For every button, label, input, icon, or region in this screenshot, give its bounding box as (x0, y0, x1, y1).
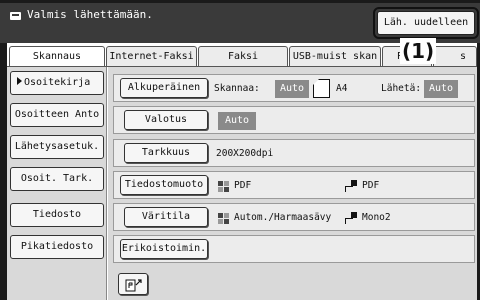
send-label: Lähetä: (381, 83, 422, 94)
sidebar-item-address-review[interactable]: Osoit. Tark. (10, 167, 104, 191)
resolution-button[interactable]: Tarkkuus (124, 143, 208, 163)
sidebar-item-address-book[interactable]: Osoitekirja (10, 71, 104, 95)
tab-internet-fax[interactable]: Internet-Faksi (106, 46, 197, 66)
resolution-row: Tarkkuus 200X200dpi (113, 139, 475, 167)
sidebar-item-file[interactable]: Tiedosto (10, 203, 104, 227)
exposure-row: Valotus Auto (113, 106, 475, 134)
scan-value: Auto (275, 80, 309, 98)
bw-mode-icon (345, 212, 357, 224)
original-row: Alkuperäinen Skannaa: Auto A4 Lähetä: Au… (113, 74, 475, 102)
tab-fax[interactable]: Faksi (198, 46, 288, 66)
color-mode-value: Autom./Harmaasävy (234, 212, 332, 223)
frame-left-border (0, 0, 7, 300)
exposure-button[interactable]: Valotus (124, 110, 208, 130)
file-format-row: Tiedostomuoto PDF PDF (113, 171, 475, 199)
settings-panel: Alkuperäinen Skannaa: Auto A4 Lähetä: Au… (108, 67, 477, 300)
sidebar-item-address-entry[interactable]: Osoitteen Anto (10, 103, 104, 127)
color-mode-row: Väritila Autom./Harmaasävy Mono2 (113, 203, 475, 231)
special-modes-row: Erikoistoimin. (113, 235, 475, 263)
preview-button[interactable] (118, 273, 148, 295)
status-message: Valmis lähettämään. (27, 8, 153, 21)
mail-icon (10, 12, 21, 20)
selected-arrow-icon (17, 77, 22, 85)
tab-scan[interactable]: Skannaus (9, 46, 105, 67)
original-button[interactable]: Alkuperäinen (120, 78, 208, 98)
resend-button[interactable]: Läh. uudelleen (377, 11, 475, 35)
paper-size-value: A4 (336, 83, 348, 94)
resolution-value: 200X200dpi (216, 148, 274, 159)
preview-icon (125, 279, 142, 292)
sidebar-item-quick-file[interactable]: Pikatiedosto (10, 235, 104, 259)
left-sidebar: Osoitekirja Osoitteen Anto Lähetysasetuk… (7, 67, 107, 300)
send-value: Auto (424, 80, 458, 98)
color-file-format-value: PDF (234, 180, 252, 191)
callout-label: (1) (400, 38, 437, 64)
sidebar-item-send-settings[interactable]: Lähetysasetuk. (10, 135, 104, 159)
bw-mode-icon (345, 180, 357, 192)
sidebar-item-label: Osoitekirja (24, 77, 91, 88)
exposure-value: Auto (218, 112, 256, 130)
color-mode-icon (218, 181, 229, 192)
file-format-button[interactable]: Tiedostomuoto (120, 175, 208, 195)
scan-label: Skannaa: (214, 83, 260, 94)
bw-color-mode-value: Mono2 (362, 212, 391, 223)
color-mode-icon (218, 213, 229, 224)
special-modes-button[interactable]: Erikoistoimin. (120, 239, 208, 259)
scan-mode-screen: Valmis lähettämään. Läh. uudelleen Skann… (0, 0, 480, 300)
page-size-icon (313, 79, 330, 98)
tab-pc-scan-continued[interactable]: s (433, 46, 477, 66)
color-mode-button[interactable]: Väritila (124, 207, 208, 227)
bw-file-format-value: PDF (362, 180, 380, 191)
tab-usb-scan[interactable]: USB-muist skan (289, 46, 381, 66)
